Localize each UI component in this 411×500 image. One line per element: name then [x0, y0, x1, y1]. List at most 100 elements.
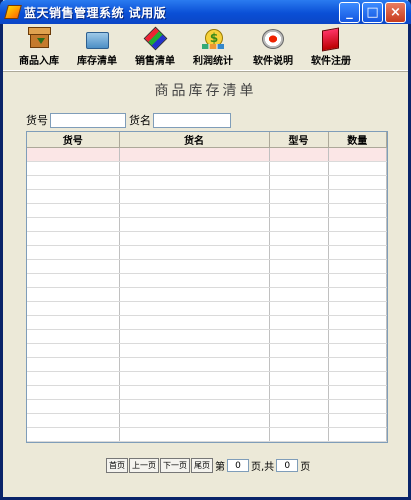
table-cell	[269, 399, 329, 414]
table-row[interactable]	[27, 273, 387, 288]
table-cell	[119, 385, 270, 400]
table-cell	[27, 371, 120, 386]
table-cell	[269, 287, 329, 302]
table-cell	[27, 217, 120, 232]
code-label: 货号	[26, 114, 48, 127]
table-row[interactable]	[27, 329, 387, 344]
table-cell	[27, 329, 120, 344]
toolbar-item-stock-in[interactable]: 商品入库	[7, 24, 71, 70]
book-icon	[318, 26, 344, 52]
maximize-button[interactable]: □	[362, 1, 383, 23]
table-cell	[328, 161, 387, 176]
title-bar[interactable]: 蓝天销售管理系统 试用版 _ □ ×	[0, 0, 411, 24]
table-row[interactable]	[27, 203, 387, 218]
table-cell	[119, 175, 270, 190]
prev-page-button[interactable]: 上一页	[129, 458, 159, 473]
close-button[interactable]: ×	[385, 1, 406, 23]
table-cell	[119, 287, 270, 302]
code-input[interactable]	[50, 112, 126, 128]
table-cell	[328, 315, 387, 330]
table-row[interactable]	[27, 427, 387, 442]
table-cell	[269, 189, 329, 204]
table-row[interactable]	[27, 413, 387, 428]
table-row[interactable]	[27, 357, 387, 372]
table-cell	[27, 231, 120, 246]
table-cell	[119, 189, 270, 204]
table-cell	[119, 147, 270, 162]
table-row[interactable]	[27, 147, 387, 162]
last-page-button[interactable]: 尾页	[191, 458, 213, 473]
table-cell	[328, 147, 387, 162]
toolbar-item-register[interactable]: 软件注册	[299, 24, 363, 70]
table-row[interactable]	[27, 189, 387, 204]
table-cell	[27, 161, 120, 176]
table-cell	[328, 371, 387, 386]
table-row[interactable]	[27, 371, 387, 386]
table-cell	[27, 245, 120, 260]
table-cell	[27, 259, 120, 274]
toolbar-item-inventory[interactable]: 库存清单	[65, 24, 129, 70]
table-cell	[269, 217, 329, 232]
name-input[interactable]	[153, 112, 231, 128]
table-row[interactable]	[27, 259, 387, 274]
column-header-model[interactable]: 型号	[269, 132, 329, 148]
table-cell	[119, 343, 270, 358]
first-page-button[interactable]: 首页	[106, 458, 128, 473]
table-cell	[269, 161, 329, 176]
table-row[interactable]	[27, 287, 387, 302]
next-page-button[interactable]: 下一页	[160, 458, 190, 473]
page-mid-text: 页,共	[251, 462, 275, 473]
toolbar-label: 商品入库	[19, 56, 59, 67]
table-cell	[27, 413, 120, 428]
table-row[interactable]	[27, 217, 387, 232]
toolbar-label: 利润统计	[193, 56, 233, 67]
table-row[interactable]	[27, 301, 387, 316]
table-cell	[119, 399, 270, 414]
toolbar-item-sales[interactable]: 销售清单	[123, 24, 187, 70]
column-header-code[interactable]: 货号	[27, 132, 120, 148]
table-cell	[27, 315, 120, 330]
table-cell	[328, 217, 387, 232]
table-cell	[328, 273, 387, 288]
table-cell	[119, 245, 270, 260]
table-cell	[269, 203, 329, 218]
inventory-table[interactable]: 货号 货名 型号 数量	[26, 131, 388, 443]
table-row[interactable]	[27, 231, 387, 246]
table-cell	[27, 357, 120, 372]
table-cell	[269, 329, 329, 344]
table-row[interactable]	[27, 175, 387, 190]
table-cell	[328, 301, 387, 316]
table-cell	[119, 329, 270, 344]
table-row[interactable]	[27, 441, 387, 442]
table-cell	[27, 175, 120, 190]
toolbar-item-profit[interactable]: $ 利润统计	[181, 24, 245, 70]
table-row[interactable]	[27, 343, 387, 358]
table-cell	[119, 315, 270, 330]
table-cell	[27, 343, 120, 358]
table-cell	[328, 245, 387, 260]
table-row[interactable]	[27, 385, 387, 400]
table-cell	[269, 385, 329, 400]
table-row[interactable]	[27, 315, 387, 330]
table-row[interactable]	[27, 161, 387, 176]
table-cell	[269, 413, 329, 428]
minimize-button[interactable]: _	[339, 1, 360, 23]
toolbar-label: 软件说明	[253, 56, 293, 67]
column-header-quantity[interactable]: 数量	[328, 132, 387, 148]
table-cell	[27, 287, 120, 302]
cube-icon	[142, 26, 168, 51]
toolbar-item-about[interactable]: 软件说明	[241, 24, 305, 70]
table-cell	[269, 259, 329, 274]
current-page-field[interactable]: 0	[227, 459, 249, 472]
table-cell	[328, 441, 387, 442]
table-cell	[328, 175, 387, 190]
toolbar-label: 销售清单	[135, 56, 175, 67]
table-row[interactable]	[27, 245, 387, 260]
toolbar-label: 软件注册	[311, 56, 351, 67]
column-header-name[interactable]: 货名	[119, 132, 270, 148]
table-cell	[328, 329, 387, 344]
table-row[interactable]	[27, 399, 387, 414]
table-cell	[27, 273, 120, 288]
table-cell	[27, 189, 120, 204]
table-cell	[269, 441, 329, 442]
